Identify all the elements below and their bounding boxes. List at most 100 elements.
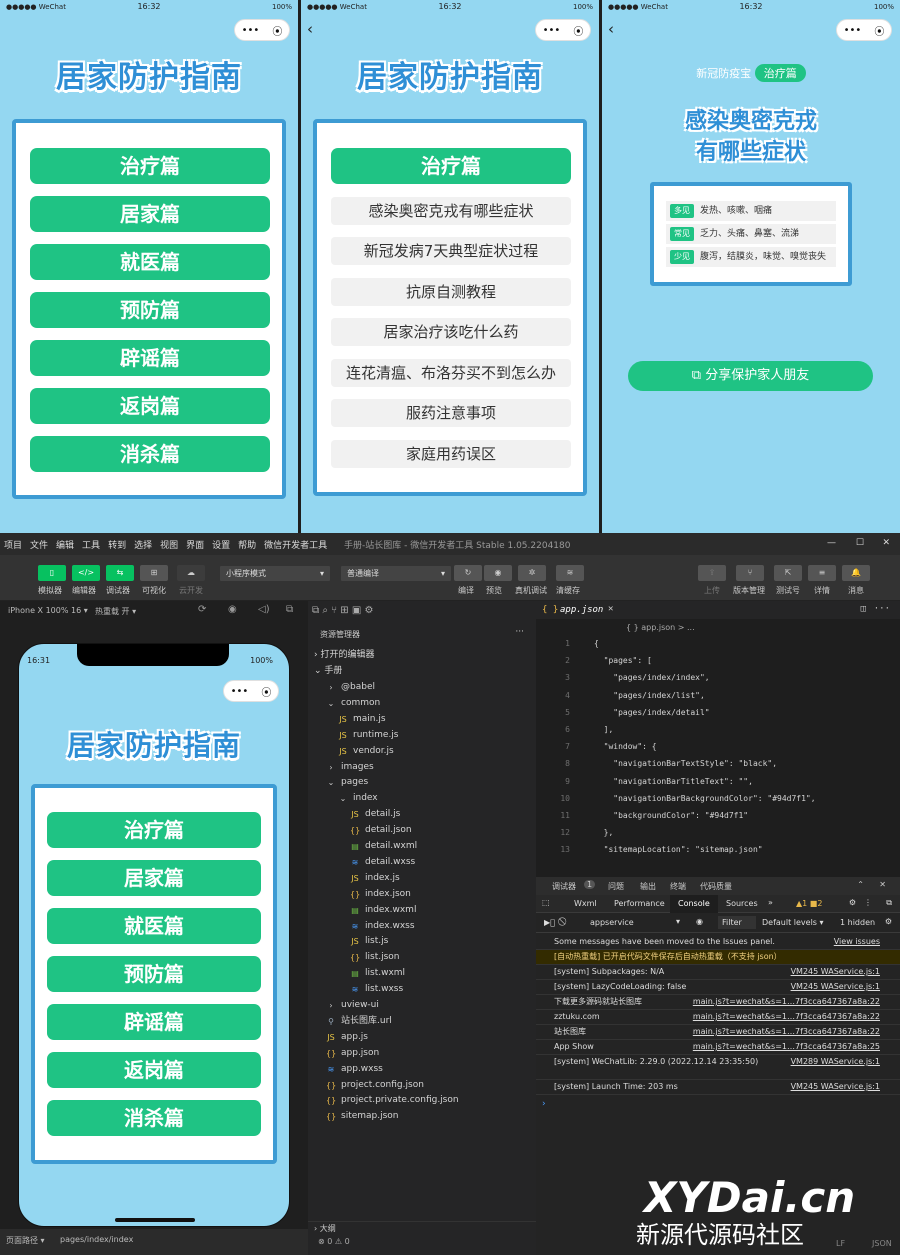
preview-button[interactable]: ◉ [484, 565, 512, 581]
menu-button-prevention[interactable]: 预防篇 [30, 292, 270, 328]
file-tree-item[interactable]: › images [326, 759, 373, 775]
mode-select[interactable]: 小程序模式 ▾ [220, 566, 330, 581]
list-item[interactable]: 感染奥密克戎有哪些症状 [331, 197, 571, 225]
more-icon[interactable]: ··· [874, 604, 890, 614]
menu-item[interactable]: 编辑 [52, 533, 78, 551]
code-line[interactable]: "navigationBarTextStyle": "black", [594, 759, 777, 768]
device-select[interactable]: iPhone X 100% 16 ▾ [8, 606, 88, 615]
menu-item[interactable]: 项目 [0, 533, 26, 551]
file-tree-item[interactable]: › uview-ui [326, 997, 379, 1013]
file-tree-item[interactable]: JS main.js [338, 711, 385, 727]
record-icon[interactable]: ◉ [228, 604, 237, 615]
more-icon[interactable]: ··· [515, 627, 524, 637]
menu-item[interactable]: 选择 [130, 533, 156, 551]
miniprogram-capsule[interactable]: ••• ⦿ [836, 19, 892, 41]
dock-icon[interactable]: ⧉ [886, 898, 892, 908]
open-editors-section[interactable]: › 打开的编辑器 [314, 647, 374, 663]
console-source-link[interactable]: VM245 WAService.js:1 [791, 965, 880, 979]
console-source-link[interactable]: main.js?t=wechat&s=1…7f3cca647367a8a:22 [693, 1025, 880, 1039]
miniprogram-capsule[interactable]: ••• ⦿ [234, 19, 290, 41]
code-line[interactable]: "pages/index/detail" [594, 708, 709, 717]
menu-button-hospital[interactable]: 就医篇 [47, 908, 261, 944]
issue-counts[interactable]: ▲1 ■2 [796, 899, 822, 908]
tab-app-json[interactable]: app.json [560, 605, 603, 615]
test-account-button[interactable]: ⇱ [774, 565, 802, 581]
tab-issues[interactable]: 问题 [608, 881, 624, 892]
menu-button-treatment[interactable]: 治疗篇 [47, 812, 261, 848]
explorer-icons[interactable]: ⧉ ⌕ ⑂ ⊞ ▣ ⚙ [312, 605, 373, 616]
file-tree-item[interactable]: {} project.config.json [326, 1077, 424, 1093]
tab-wxml[interactable]: Wxml [574, 899, 597, 908]
compile-button[interactable]: ↻ [454, 565, 482, 581]
file-tree-item[interactable]: JS vendor.js [338, 743, 393, 759]
list-item[interactable]: 抗原自测教程 [331, 278, 571, 306]
cloud-toggle[interactable]: ☁ [177, 565, 205, 581]
more-icon[interactable]: ••• [242, 25, 260, 36]
close-icon[interactable]: ⦿ [874, 23, 884, 38]
tab-terminal[interactable]: 终端 [670, 881, 686, 892]
list-item[interactable]: 连花清瘟、布洛芬买不到怎么办 [331, 359, 571, 387]
miniprogram-capsule[interactable]: ••• ⦿ [535, 19, 591, 41]
sidebar-toggle-icon[interactable]: ▶⃞ [544, 918, 555, 927]
close-window-icon[interactable]: ✕ [878, 533, 894, 548]
visual-toggle[interactable]: ⊞ [140, 565, 168, 581]
list-item[interactable]: 居家治疗该吃什么药 [331, 318, 571, 346]
file-tree-item[interactable]: JS detail.js [350, 806, 400, 822]
outline-section[interactable]: › 大纲 [308, 1221, 536, 1235]
file-tree-item[interactable]: ▤ list.wxml [350, 965, 405, 981]
problems-count[interactable]: ⊗ 0 ⚠ 0 [318, 1237, 350, 1246]
menu-item[interactable]: 工具 [78, 533, 104, 551]
menu-button-return-work[interactable]: 返岗篇 [30, 388, 270, 424]
console-source-link[interactable]: main.js?t=wechat&s=1…7f3cca647367a8a:22 [693, 1010, 880, 1024]
file-tree-item[interactable]: ⌄ pages [326, 774, 369, 790]
code-line[interactable]: ], [594, 725, 614, 734]
close-panel-icon[interactable]: ✕ [879, 880, 886, 889]
code-line[interactable]: "navigationBarBackgroundColor": "#94d7f1… [594, 794, 815, 803]
editor-toggle[interactable]: </> [72, 565, 100, 581]
code-line[interactable]: "pages": [ [594, 656, 652, 665]
file-tree-item[interactable]: ⌄ index [338, 790, 378, 806]
back-icon[interactable]: ‹ [608, 22, 614, 37]
tab-close-icon[interactable]: ✕ [608, 604, 613, 614]
menu-item[interactable]: 界面 [182, 533, 208, 551]
tab-output[interactable]: 输出 [640, 881, 656, 892]
console-source-link[interactable]: VM289 WAService.js:1 [791, 1055, 880, 1069]
menu-item[interactable]: 微信开发者工具 [260, 533, 331, 551]
console-source-link[interactable]: main.js?t=wechat&s=1…7f3cca647367a8a:22 [693, 995, 880, 1009]
list-item[interactable]: 服药注意事项 [331, 399, 571, 427]
more-icon[interactable]: ••• [231, 686, 249, 697]
file-tree-item[interactable]: {} detail.json [350, 822, 412, 838]
code-line[interactable]: "pages/index/list", [594, 691, 705, 700]
console-source-link[interactable]: VM245 WAService.js:1 [791, 980, 880, 994]
maximize-icon[interactable]: ☐ [852, 533, 868, 548]
menu-item[interactable]: 转到 [104, 533, 130, 551]
volume-icon[interactable]: ◁) [258, 604, 270, 615]
details-button[interactable]: ≡ [808, 565, 836, 581]
close-icon[interactable]: ⦿ [272, 23, 282, 38]
gear-icon[interactable]: ⚙ [885, 917, 892, 926]
gear-icon[interactable]: ⚙ [849, 898, 856, 907]
menu-item[interactable]: 设置 [208, 533, 234, 551]
code-line[interactable]: "navigationBarTitleText": "", [594, 777, 753, 786]
miniprogram-capsule[interactable]: ••• ⦿ [223, 680, 279, 702]
code-line[interactable]: }, [594, 828, 614, 837]
code-line[interactable]: "window": { [594, 742, 657, 751]
file-tree-item[interactable]: JS list.js [350, 933, 388, 949]
more-icon[interactable]: ••• [543, 25, 561, 36]
list-item[interactable]: 新冠发病7天典型症状过程 [331, 237, 571, 265]
inspect-icon[interactable]: ⬚ [542, 898, 550, 907]
menu-button-rumors[interactable]: 辟谣篇 [30, 340, 270, 376]
menu-button-return-work[interactable]: 返岗篇 [47, 1052, 261, 1088]
split-editor-icon[interactable]: ◫ [861, 604, 866, 614]
more-icon[interactable]: ••• [844, 25, 862, 36]
file-tree-item[interactable]: ≋ app.wxss [326, 1061, 383, 1077]
compile-select[interactable]: 普通编译 ▾ [341, 566, 451, 581]
file-tree-item[interactable]: JS index.js [350, 870, 399, 886]
file-tree-item[interactable]: {} project.private.config.json [326, 1092, 459, 1108]
filter-input[interactable]: Filter [718, 916, 756, 929]
upload-button[interactable]: ⇪ [698, 565, 726, 581]
code-line[interactable]: "backgroundColor": "#94d7f1" [594, 811, 748, 820]
console-source-link[interactable]: View issues [834, 935, 880, 949]
code-editor[interactable]: { } app.json ✕ ◫ ··· { } app.json > ... … [536, 601, 900, 877]
menu-button-rumors[interactable]: 辟谣篇 [47, 1004, 261, 1040]
